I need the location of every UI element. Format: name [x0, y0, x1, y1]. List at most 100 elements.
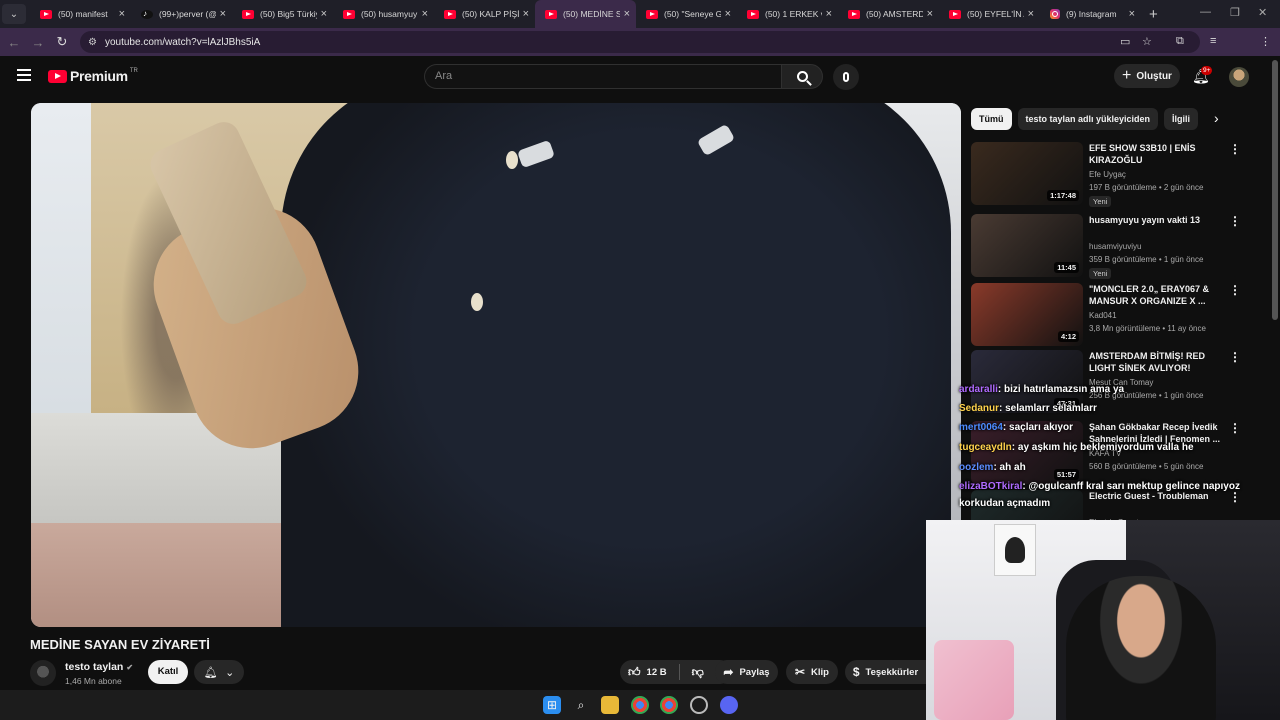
tab-search-icon[interactable]: ⌄ — [2, 4, 26, 24]
close-tab-icon[interactable]: × — [826, 8, 832, 20]
dislike-icon[interactable]: 👎︎ — [692, 665, 704, 680]
taskbar-search-icon[interactable]: ⌕ — [572, 696, 590, 714]
browser-tab[interactable]: (50) Big5 Türkiy × — [232, 0, 333, 28]
close-tab-icon[interactable]: × — [422, 8, 428, 20]
extensions-icon[interactable]: ⧉ — [1176, 35, 1184, 48]
recommendation-title[interactable]: husamyuyu yayın vakti 13 — [1089, 214, 1229, 226]
close-tab-icon[interactable]: × — [523, 8, 529, 20]
media-icon[interactable]: ≡ — [1210, 35, 1216, 47]
search-input[interactable]: Ara — [424, 64, 781, 89]
youtube-logo[interactable]: Premium TR — [48, 68, 138, 84]
subscription-bell-button[interactable]: 🔔︎ ⌄ — [194, 660, 244, 684]
chrome-profile-icon[interactable] — [660, 696, 678, 714]
browser-tab[interactable]: (50) MEDİNE S × — [535, 0, 636, 28]
share-label: Paylaş — [739, 666, 770, 678]
more-options-icon[interactable]: ⋮ — [1229, 350, 1241, 364]
video-player[interactable] — [31, 103, 961, 627]
cast-icon[interactable]: ▭ — [1120, 35, 1130, 48]
browser-tab[interactable]: (50) EYFEL'İN A × — [939, 0, 1040, 28]
chrome-icon[interactable] — [631, 696, 649, 714]
close-tab-icon[interactable]: × — [725, 8, 731, 20]
recommendation-channel[interactable]: Kad041 — [1089, 311, 1117, 320]
more-options-icon[interactable]: ⋮ — [1229, 142, 1241, 156]
close-tab-icon[interactable]: × — [927, 8, 933, 20]
close-tab-icon[interactable]: × — [1028, 8, 1034, 20]
search-icon — [796, 71, 808, 82]
chat-message: ardaralli: bizi hatırlamazsın ama ya — [959, 384, 1124, 395]
close-tab-icon[interactable]: × — [321, 8, 327, 20]
video-thumbnail[interactable]: 11:45 — [971, 214, 1083, 277]
like-icon[interactable]: 👍︎ — [628, 665, 641, 680]
scrollbar[interactable] — [1272, 60, 1278, 320]
divider — [678, 664, 680, 680]
clip-button[interactable]: ✂ Klip — [786, 660, 838, 684]
browser-tab[interactable]: (9) Instagram × — [1040, 0, 1141, 28]
video-frame-button — [471, 293, 483, 311]
close-tab-icon[interactable]: × — [220, 8, 226, 20]
like-count[interactable]: 12 B — [647, 667, 667, 678]
search-button[interactable] — [781, 64, 823, 89]
recommendation-channel[interactable]: Efe Uygaç — [1089, 170, 1126, 179]
app-icon[interactable] — [690, 696, 708, 714]
discord-icon[interactable] — [720, 696, 738, 714]
tab-title: (99+)perver (@ — [159, 9, 216, 19]
bookmark-star-icon[interactable]: ☆ — [1142, 35, 1152, 48]
recommendation-channel[interactable]: husamviyuviyu — [1089, 242, 1141, 251]
menu-icon[interactable] — [17, 69, 31, 84]
back-icon[interactable]: ← — [2, 35, 26, 50]
chip-from-uploader[interactable]: testo taylan adlı yükleyiciden — [1017, 108, 1159, 130]
browser-tab-bar: ⌄ (50) manifest×(99+)perver (@×(50) Big5… — [0, 0, 1280, 28]
file-explorer-icon[interactable] — [601, 696, 619, 714]
browser-tab[interactable]: (50) KALP PİŞİ × — [434, 0, 535, 28]
chat-username: oozlem — [959, 462, 994, 473]
browser-tab[interactable]: (99+)perver (@ × — [131, 0, 232, 28]
chat-text: : selamlarr selamlarr — [999, 403, 1097, 414]
join-button[interactable]: Katıl — [148, 660, 188, 684]
recommendation-title[interactable]: EFE SHOW S3B10 | ENİS KIRAZOĞLU — [1089, 142, 1229, 166]
channel-avatar[interactable] — [30, 660, 56, 686]
reload-icon[interactable]: ↻ — [50, 34, 74, 50]
share-button[interactable]: ➦ Paylaş — [715, 660, 778, 684]
forward-icon[interactable]: → — [26, 35, 50, 50]
minimize-icon[interactable]: — — [1200, 6, 1211, 18]
thanks-icon: $ — [852, 665, 860, 679]
close-tab-icon[interactable]: × — [624, 8, 630, 20]
youtube-icon — [444, 9, 456, 19]
new-tab-icon[interactable]: + — [1149, 6, 1158, 23]
video-thumbnail[interactable]: 4:12 — [971, 283, 1083, 346]
thanks-button[interactable]: $ Teşekkürler — [845, 660, 926, 684]
browser-menu-icon[interactable]: ⋮ — [1260, 35, 1271, 48]
browser-tab[interactable]: (50) manifest × — [30, 0, 131, 28]
close-tab-icon[interactable]: × — [1129, 8, 1135, 20]
user-avatar[interactable] — [1229, 67, 1249, 87]
close-tab-icon[interactable]: × — [119, 8, 125, 20]
tab-title: (50) Big5 Türkiy — [260, 9, 317, 19]
chip-all[interactable]: Tümü — [971, 108, 1012, 130]
recommendation-item[interactable]: 11:45 husamyuyu yayın vakti 13 husamviyuvi… — [971, 214, 1251, 279]
scissors-icon: ✂ — [794, 665, 806, 679]
recommendation-item[interactable]: 4:12 "MONCLER 2.0„ ERAY067 & MANSUR X ORG… — [971, 283, 1251, 347]
url-field[interactable]: ⚙ youtube.com/watch?v=lAzlJBhs5iA — [80, 31, 1200, 53]
browser-tab[interactable]: (50) "Seneye G × — [636, 0, 737, 28]
close-window-icon[interactable]: ✕ — [1258, 6, 1267, 19]
chevron-right-icon[interactable]: › — [1214, 110, 1219, 126]
video-thumbnail[interactable]: 1:17:48 — [971, 142, 1083, 205]
more-options-icon[interactable]: ⋮ — [1229, 283, 1241, 297]
channel-name[interactable]: testo taylan ✔ — [65, 661, 133, 673]
youtube-icon — [949, 9, 961, 19]
chip-related[interactable]: İlgili — [1164, 108, 1199, 130]
windows-start-icon[interactable]: ⊞ — [543, 696, 561, 714]
create-button[interactable]: + Oluştur — [1114, 64, 1180, 88]
voice-search-button[interactable] — [833, 64, 859, 90]
maximize-icon[interactable]: ❐ — [1230, 6, 1240, 19]
tab-title: (50) KALP PİŞİ — [462, 9, 519, 19]
recommendation-title[interactable]: "MONCLER 2.0„ ERAY067 & MANSUR X ORGANIZ… — [1089, 283, 1229, 307]
browser-tab[interactable]: (50) AMSTERD × — [838, 0, 939, 28]
browser-tab[interactable]: (50) 1 ERKEK v × — [737, 0, 838, 28]
recommendation-title[interactable]: AMSTERDAM BİTMİŞ! RED LIGHT SİNEK AVLIYO… — [1089, 350, 1229, 374]
browser-tab[interactable]: (50) husamyuy × — [333, 0, 434, 28]
recommendation-item[interactable]: 1:17:48 EFE SHOW S3B10 | ENİS KIRAZOĞLU Ef… — [971, 142, 1251, 207]
site-info-icon[interactable]: ⚙ — [88, 37, 97, 48]
more-options-icon[interactable]: ⋮ — [1229, 214, 1241, 228]
youtube-play-icon — [48, 69, 67, 83]
